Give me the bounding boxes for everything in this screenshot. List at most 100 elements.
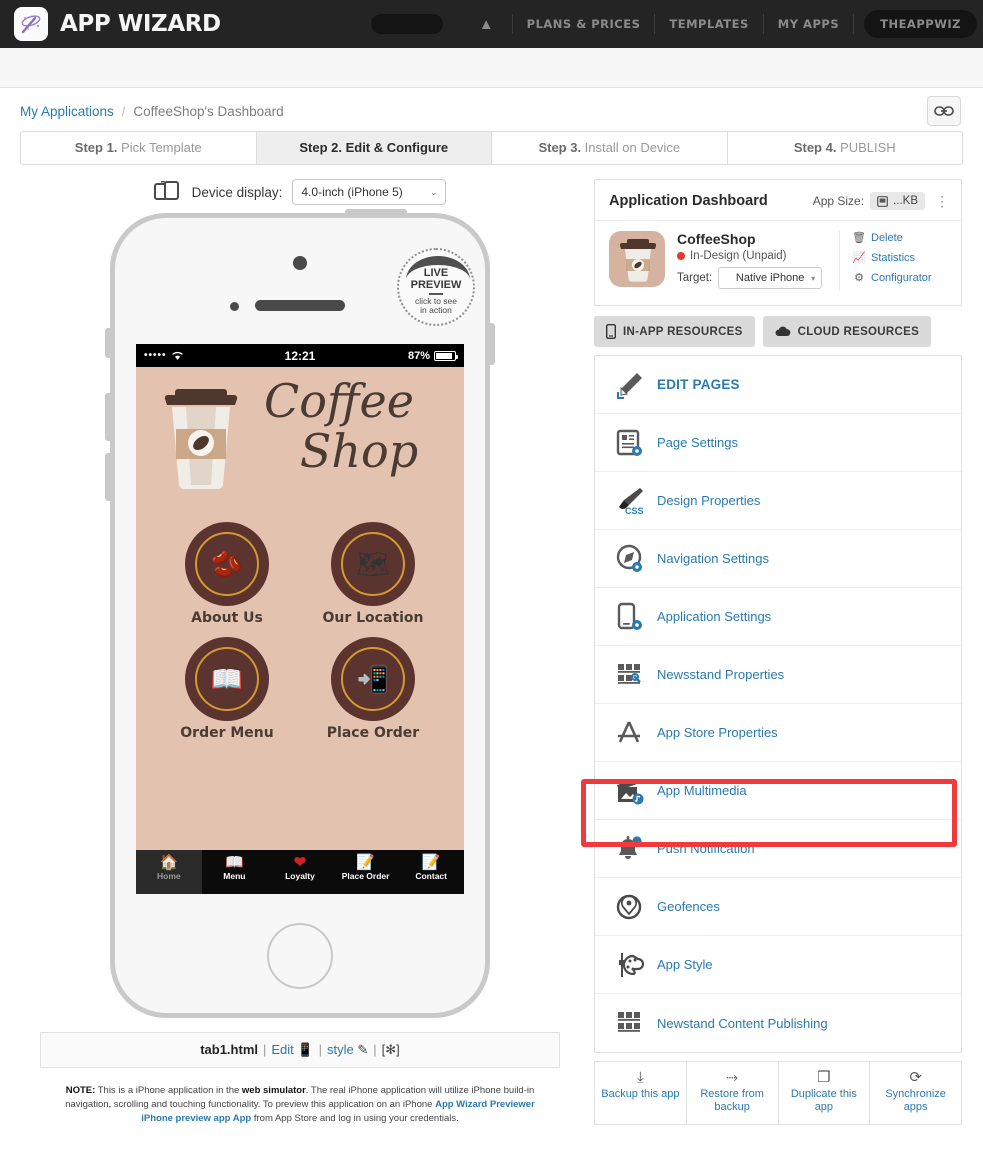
- nav-placeholder-pill: [370, 14, 443, 34]
- target-row: Target: Native iPhone ▾: [677, 267, 839, 289]
- preview-note: NOTE: This is a iPhone application in th…: [54, 1084, 546, 1126]
- home-icon[interactable]: ▲: [461, 16, 512, 33]
- app-tile-about-us[interactable]: 🫘 About Us: [154, 525, 300, 626]
- step-4-publish[interactable]: Step 4. PUBLISH: [728, 132, 963, 164]
- app-hero-banner: Coffee Shop: [136, 367, 464, 511]
- kebab-menu-icon[interactable]: ⋮: [935, 194, 949, 208]
- menu-item-push-notification[interactable]: Push Notification: [595, 820, 961, 878]
- live-preview-line4: in action: [420, 305, 452, 315]
- menu-item-geofences[interactable]: Geofences: [595, 878, 961, 936]
- app-tab-label: Place Order: [341, 871, 390, 881]
- app-logo[interactable]: [14, 7, 48, 41]
- breadcrumb-separator: /: [121, 104, 126, 119]
- step-1-number: Step 1.: [74, 140, 118, 155]
- medal-badge: 📖: [188, 640, 266, 718]
- menu-item-newstand-content-publishing[interactable]: Newstand Content Publishing: [595, 994, 961, 1052]
- step-1-pick-template[interactable]: Step 1. Pick Template: [21, 132, 257, 164]
- live-preview-badge[interactable]: LIVE PREVIEW click to see in action: [397, 248, 475, 326]
- menu-item-app-store-properties[interactable]: App Store Properties: [595, 704, 961, 762]
- app-tab-loyalty[interactable]: ❤ Loyalty: [267, 850, 333, 894]
- synchronize-apps-button[interactable]: ⟳ Synchronize apps: [870, 1062, 961, 1124]
- share-link-button[interactable]: [927, 96, 961, 126]
- page-settings-icon: [609, 428, 651, 458]
- bar-chart-icon: 📈: [852, 252, 866, 264]
- phone-speaker: [255, 300, 345, 311]
- step-2-edit-configure[interactable]: Step 2. Edit & Configure: [256, 132, 492, 164]
- step-3-label: Install on Device: [581, 140, 681, 155]
- ios-status-bar: ••••• 12:21 87%: [136, 344, 464, 367]
- phone-icon: [606, 324, 616, 339]
- envelope-pencil-icon: 📝: [421, 854, 441, 871]
- phone-home-button[interactable]: [267, 923, 333, 989]
- app-tab-menu[interactable]: 📖 Menu: [202, 850, 268, 894]
- coffee-beans-icon: 🫘: [210, 549, 244, 579]
- app-tab-label: Contact: [415, 871, 447, 881]
- dashboard-column: Application Dashboard App Size: ...KB ⋮: [594, 179, 962, 1126]
- app-tab-label: Home: [156, 871, 181, 881]
- configurator-label: Configurator: [871, 271, 932, 284]
- nav-item-my-apps[interactable]: MY APPS: [764, 17, 853, 31]
- app-tab-contact[interactable]: 📝 Contact: [398, 850, 464, 894]
- statistics-link[interactable]: 📈 Statistics: [852, 251, 947, 265]
- nav-user-menu[interactable]: THEAPPWIZ: [864, 10, 977, 38]
- cloud-icon: [775, 326, 791, 336]
- backup-this-app-button[interactable]: ⤓ Backup this app: [595, 1062, 687, 1124]
- app-meta: CoffeeShop In-Design (Unpaid) Target: Na…: [677, 231, 839, 291]
- app-tab-home[interactable]: 🏠 Home: [136, 850, 202, 894]
- page-settings-gear-button[interactable]: [✻]: [382, 1042, 400, 1057]
- menu-item-navigation-settings[interactable]: Navigation Settings: [595, 530, 961, 588]
- map-pin-icon: 🗺: [356, 549, 390, 579]
- menu-item-page-settings[interactable]: Page Settings: [595, 414, 961, 472]
- restore-from-backup-button[interactable]: ⤑ Restore from backup: [687, 1062, 779, 1124]
- phone-proximity-sensor: [230, 302, 239, 311]
- step-3-number: Step 3.: [538, 140, 582, 155]
- tab-in-app-resources[interactable]: IN-APP RESOURCES: [594, 316, 755, 347]
- menu-item-label: Page Settings: [657, 435, 738, 450]
- edit-page-link[interactable]: Edit: [271, 1042, 293, 1057]
- menu-item-label: Newsstand Properties: [657, 667, 785, 682]
- tab-cloud-resources[interactable]: CLOUD RESOURCES: [762, 316, 932, 347]
- breadcrumb-my-applications[interactable]: My Applications: [20, 104, 114, 119]
- menu-item-application-settings[interactable]: Application Settings: [595, 588, 961, 646]
- step-3-install-on-device[interactable]: Step 3. Install on Device: [492, 132, 728, 164]
- app-tile-place-order[interactable]: 📲 Place Order: [300, 640, 446, 741]
- phone-preview: LIVE PREVIEW click to see in action ••••…: [105, 209, 495, 1018]
- app-tile-our-location[interactable]: 🗺 Our Location: [300, 525, 446, 626]
- tap-order-icon: 📝: [356, 854, 375, 871]
- dashboard-menu-list: EDIT PAGES Page Settings CSS Design Prop…: [594, 355, 962, 1053]
- phone-frame: LIVE PREVIEW click to see in action ••••…: [105, 209, 495, 1018]
- configurator-link[interactable]: ⚙ Configurator: [852, 271, 947, 285]
- nav-links-group: ▲ PLANS & PRICES TEMPLATES MY APPS THEAP…: [461, 0, 977, 48]
- delete-app-link[interactable]: 🗑 Delete: [852, 231, 947, 245]
- nav-item-plans-prices[interactable]: PLANS & PRICES: [513, 17, 655, 31]
- preview-column: Device display: 4.0-inch (iPhone 5) ⌄ LI…: [20, 179, 580, 1126]
- upload-icon: ⤑: [726, 1069, 739, 1086]
- duplicate-this-app-button[interactable]: ❐ Duplicate this app: [779, 1062, 871, 1124]
- sync-icon: ⟳: [909, 1069, 922, 1086]
- divider: |: [263, 1042, 267, 1057]
- copy-icon: ❐: [817, 1069, 831, 1086]
- app-name: CoffeeShop: [677, 231, 756, 247]
- sub-header-bar: [0, 48, 983, 88]
- phone-icon: 📱: [297, 1042, 314, 1057]
- app-size-chip[interactable]: ...KB: [870, 192, 925, 210]
- menu-item-newsstand-properties[interactable]: Newsstand Properties: [595, 646, 961, 704]
- menu-item-app-style[interactable]: App Style: [595, 936, 961, 994]
- app-size-label: App Size:: [812, 194, 865, 208]
- compass-gear-icon: [609, 544, 651, 574]
- status-dot-icon: [677, 252, 685, 260]
- nav-item-templates[interactable]: TEMPLATES: [655, 17, 762, 31]
- app-tab-place-order[interactable]: 📝 Place Order: [333, 850, 399, 894]
- target-select[interactable]: Native iPhone ▾: [718, 267, 823, 289]
- wifi-icon: [171, 351, 183, 360]
- style-page-link[interactable]: style: [327, 1042, 354, 1057]
- menu-item-design-properties[interactable]: CSS Design Properties: [595, 472, 961, 530]
- app-tile-label: Our Location: [322, 610, 424, 626]
- menu-item-edit-pages[interactable]: EDIT PAGES: [595, 356, 961, 414]
- coffee-cup-app-icon: [619, 239, 657, 282]
- app-tile-order-menu[interactable]: 📖 Order Menu: [154, 640, 300, 741]
- device-switch-icon: [153, 180, 179, 200]
- note-text-1: This is a iPhone application in the: [95, 1085, 242, 1096]
- device-display-select[interactable]: 4.0-inch (iPhone 5) ⌄: [292, 179, 447, 205]
- menu-item-app-multimedia[interactable]: App Multimedia: [595, 762, 961, 820]
